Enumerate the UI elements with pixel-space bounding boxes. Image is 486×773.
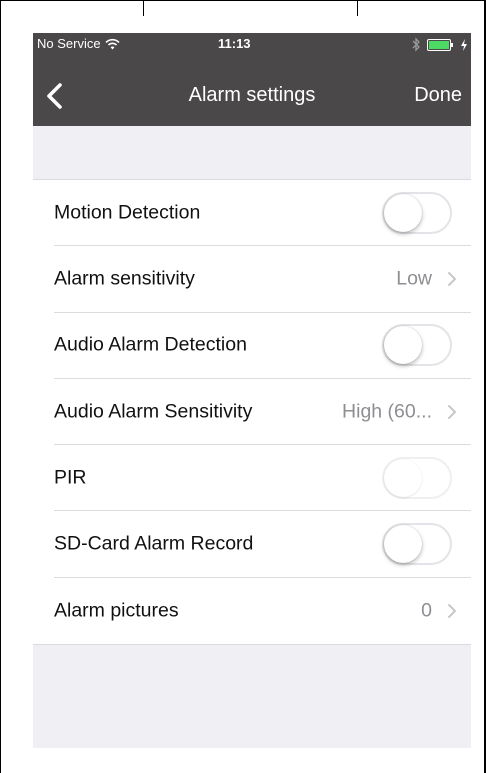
setting-row-alarm-sensitivity[interactable]: Alarm sensitivity Low — [54, 246, 471, 313]
page-border-left — [0, 0, 1, 773]
audio-alarm-detection-toggle[interactable] — [382, 324, 452, 367]
motion-detection-toggle[interactable] — [382, 191, 452, 234]
setting-row-motion-detection: Motion Detection — [54, 180, 471, 247]
page-border-top — [0, 0, 486, 1]
setting-value: Low — [396, 267, 432, 290]
settings-list: Motion Detection Alarm sensitivity Low A… — [33, 179, 471, 646]
carrier-label: No Service — [37, 36, 101, 51]
status-bar-left: No Service — [37, 36, 120, 51]
chevron-right-icon — [448, 603, 456, 618]
setting-row-audio-alarm-sensitivity[interactable]: Audio Alarm Sensitivity High (60... — [54, 379, 471, 446]
status-bar-right — [411, 37, 467, 52]
toggle-knob — [384, 193, 422, 232]
setting-label: Alarm pictures — [54, 599, 179, 622]
setting-value: 0 — [421, 599, 432, 622]
page-border-divider — [143, 0, 144, 16]
setting-label: Audio Alarm Sensitivity — [54, 400, 253, 423]
setting-row-audio-alarm-detection: Audio Alarm Detection — [54, 313, 471, 379]
charging-icon — [461, 38, 467, 51]
phone-screen: No Service 11:13 Alarm settings Done Mot… — [33, 33, 471, 748]
page-title: Alarm settings — [188, 84, 316, 106]
chevron-right-icon — [448, 271, 456, 286]
setting-label: Audio Alarm Detection — [54, 333, 247, 356]
chevron-right-icon — [448, 404, 456, 419]
done-button[interactable]: Done — [414, 84, 462, 107]
setting-label: Alarm sensitivity — [54, 267, 195, 290]
setting-label: SD-Card Alarm Record — [54, 532, 254, 555]
toggle-knob — [384, 458, 422, 497]
page-border-divider — [357, 0, 358, 16]
toggle-knob — [384, 326, 422, 365]
setting-row-alarm-pictures[interactable]: Alarm pictures 0 — [54, 578, 471, 644]
setting-label: PIR — [54, 466, 87, 489]
battery-icon — [427, 38, 453, 51]
setting-row-pir: PIR — [54, 445, 471, 512]
setting-value: High (60... — [342, 400, 432, 423]
status-time: 11:13 — [218, 36, 251, 51]
pir-toggle[interactable] — [382, 456, 452, 499]
bluetooth-icon — [412, 37, 420, 52]
sd-card-alarm-record-toggle[interactable] — [382, 523, 452, 566]
toggle-knob — [384, 525, 422, 564]
setting-row-sd-card-alarm-record: SD-Card Alarm Record — [54, 511, 471, 578]
setting-label: Motion Detection — [54, 201, 201, 224]
navigation-bar: No Service 11:13 Alarm settings Done — [33, 33, 471, 126]
wifi-icon — [105, 38, 120, 49]
